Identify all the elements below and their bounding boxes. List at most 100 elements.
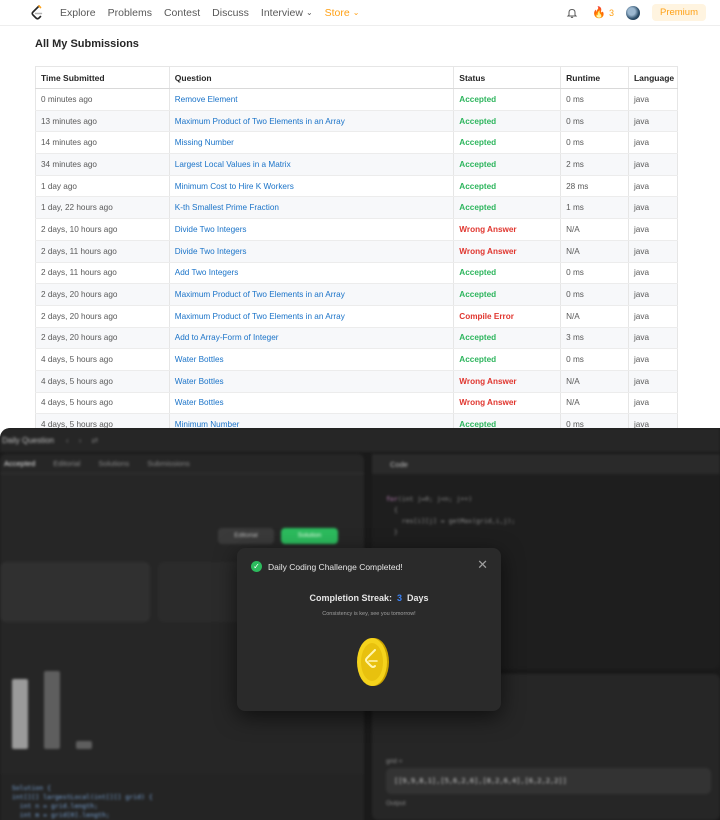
result-tabs: Accepted Editorial Solutions Submissions bbox=[0, 454, 364, 474]
language-value: java bbox=[627, 327, 679, 350]
status-link[interactable]: Accepted bbox=[453, 283, 562, 306]
question-link[interactable]: Water Bottles bbox=[168, 348, 455, 371]
question-link[interactable]: Largest Local Values in a Matrix bbox=[168, 153, 455, 176]
code-line: for(int j=0; j<n; j++) bbox=[386, 495, 473, 503]
language-value: java bbox=[627, 196, 679, 220]
status-link[interactable]: Accepted bbox=[453, 327, 562, 350]
submitted-code-preview: Solution { int[][] largestLocal(int[][] … bbox=[0, 774, 364, 820]
chevron-right-icon[interactable]: › bbox=[79, 436, 82, 445]
status-link[interactable]: Accepted bbox=[453, 348, 562, 371]
question-link[interactable]: Minimum Number bbox=[168, 413, 455, 428]
nav-problems[interactable]: Problems bbox=[108, 7, 152, 19]
daily-question-label[interactable]: Daily Question bbox=[2, 436, 54, 445]
fire-icon: 🔥 bbox=[592, 7, 606, 19]
code-line: int m = grid[0].length; bbox=[4, 811, 110, 819]
leetcode-logo-icon[interactable] bbox=[30, 4, 44, 21]
streak-counter[interactable]: 🔥 3 bbox=[592, 6, 614, 19]
submissions-table: Time Submitted Question Status Runtime L… bbox=[35, 66, 679, 428]
close-icon[interactable]: ✕ bbox=[477, 557, 488, 573]
status-link[interactable]: Accepted bbox=[453, 153, 562, 176]
language-value: java bbox=[627, 153, 679, 176]
solution-button[interactable]: Solution bbox=[281, 528, 338, 544]
nav-explore[interactable]: Explore bbox=[60, 7, 96, 19]
table-row: 0 minutes ago Remove Element Accepted 0 ms j… bbox=[35, 88, 679, 111]
submission-time: 2 days, 20 hours ago bbox=[35, 327, 170, 350]
runtime-value: N/A bbox=[560, 240, 629, 263]
submission-time: 0 minutes ago bbox=[35, 88, 170, 111]
table-row: 1 day ago Minimum Cost to Hire K Workers A… bbox=[35, 175, 679, 198]
nav-discuss[interactable]: Discuss bbox=[212, 7, 249, 19]
question-link[interactable]: Maximum Product of Two Elements in an Ar… bbox=[168, 283, 455, 306]
runtime-value: 2 ms bbox=[560, 153, 629, 176]
language-value: java bbox=[627, 110, 679, 133]
runtime-value: 0 ms bbox=[560, 413, 629, 428]
table-row: 2 days, 20 hours ago Maximum Product of T… bbox=[35, 283, 679, 306]
nav-store-label: Store bbox=[324, 6, 350, 19]
runtime-value: 28 ms bbox=[560, 175, 629, 198]
question-link[interactable]: Maximum Product of Two Elements in an Ar… bbox=[168, 305, 455, 328]
bell-icon[interactable] bbox=[566, 7, 578, 19]
status-link[interactable]: Compile Error bbox=[453, 305, 562, 328]
runtime-value: 0 ms bbox=[560, 348, 629, 371]
language-value: java bbox=[627, 283, 679, 306]
top-nav: Explore Problems Contest Discuss Intervi… bbox=[0, 0, 720, 26]
status-link[interactable]: Accepted bbox=[453, 131, 562, 155]
chevron-down-icon: ⌄ bbox=[305, 8, 313, 17]
tab-accepted[interactable]: Accepted bbox=[4, 459, 35, 468]
submission-time: 4 days, 5 hours ago bbox=[35, 413, 170, 428]
code-line: { bbox=[386, 506, 398, 514]
shuffle-icon[interactable]: ⇄ bbox=[91, 436, 98, 445]
status-link[interactable]: Accepted bbox=[453, 175, 562, 198]
submission-time: 2 days, 11 hours ago bbox=[35, 240, 170, 263]
question-link[interactable]: Water Bottles bbox=[168, 392, 455, 415]
tab-editorial[interactable]: Editorial bbox=[53, 459, 80, 468]
status-link[interactable]: Wrong Answer bbox=[453, 218, 562, 241]
question-link[interactable]: Add Two Integers bbox=[168, 262, 455, 285]
table-row: 2 days, 10 hours ago Divide Two Integers W… bbox=[35, 218, 679, 241]
language-value: java bbox=[627, 131, 679, 155]
editorial-button[interactable]: Editorial bbox=[218, 528, 274, 544]
question-link[interactable]: Maximum Product of Two Elements in an Ar… bbox=[168, 110, 455, 133]
nav-store[interactable]: Store ⌄ bbox=[325, 7, 360, 19]
runtime-value: 3 ms bbox=[560, 327, 629, 350]
avatar[interactable] bbox=[625, 5, 640, 20]
question-link[interactable]: Divide Two Integers bbox=[168, 218, 455, 241]
table-row: 4 days, 5 hours ago Minimum Number Accepte… bbox=[35, 413, 679, 428]
status-link[interactable]: Accepted bbox=[453, 110, 562, 133]
table-row: 2 days, 11 hours ago Divide Two Integers W… bbox=[35, 240, 679, 263]
status-link[interactable]: Accepted bbox=[453, 196, 562, 220]
question-link[interactable]: Remove Element bbox=[168, 88, 455, 111]
question-link[interactable]: Missing Number bbox=[168, 131, 455, 155]
status-link[interactable]: Accepted bbox=[453, 413, 562, 428]
streak-label: Completion Streak: bbox=[309, 593, 392, 603]
nav-contest[interactable]: Contest bbox=[164, 7, 200, 19]
table-row: 4 days, 5 hours ago Water Bottles Accepted… bbox=[35, 348, 679, 371]
completion-streak: Completion Streak: 3 Days bbox=[237, 593, 501, 603]
runtime-value: 0 ms bbox=[560, 110, 629, 133]
question-link[interactable]: Divide Two Integers bbox=[168, 240, 455, 263]
nav-interview[interactable]: Interview ⌄ bbox=[261, 7, 313, 19]
chevron-left-icon[interactable]: ‹ bbox=[66, 436, 69, 445]
tab-submissions[interactable]: Submissions bbox=[147, 459, 190, 468]
table-row: 4 days, 5 hours ago Water Bottles Wrong An… bbox=[35, 392, 679, 415]
status-link[interactable]: Wrong Answer bbox=[453, 392, 562, 415]
streak-count: 3 bbox=[608, 7, 614, 18]
question-link[interactable]: Add to Array-Form of Integer bbox=[168, 327, 455, 350]
table-row: 1 day, 22 hours ago K-th Smallest Prime F… bbox=[35, 196, 679, 220]
question-link[interactable]: Water Bottles bbox=[168, 370, 455, 393]
submission-time: 34 minutes ago bbox=[35, 153, 170, 176]
code-tab[interactable]: Code bbox=[372, 454, 720, 474]
status-link[interactable]: Accepted bbox=[453, 88, 562, 111]
editor-window: Daily Question ‹ › ⇄ Accepted Editorial … bbox=[0, 428, 720, 820]
submission-time: 4 days, 5 hours ago bbox=[35, 392, 170, 415]
status-link[interactable]: Wrong Answer bbox=[453, 240, 562, 263]
distribution-bar bbox=[44, 671, 60, 749]
tab-solutions[interactable]: Solutions bbox=[98, 459, 129, 468]
question-link[interactable]: K-th Smallest Prime Fraction bbox=[168, 196, 455, 220]
status-link[interactable]: Accepted bbox=[453, 262, 562, 285]
premium-button[interactable]: Premium bbox=[651, 4, 706, 21]
question-link[interactable]: Minimum Cost to Hire K Workers bbox=[168, 175, 455, 198]
status-link[interactable]: Wrong Answer bbox=[453, 370, 562, 393]
runtime-card[interactable] bbox=[0, 562, 150, 622]
table-row: 4 days, 5 hours ago Water Bottles Wrong An… bbox=[35, 370, 679, 393]
